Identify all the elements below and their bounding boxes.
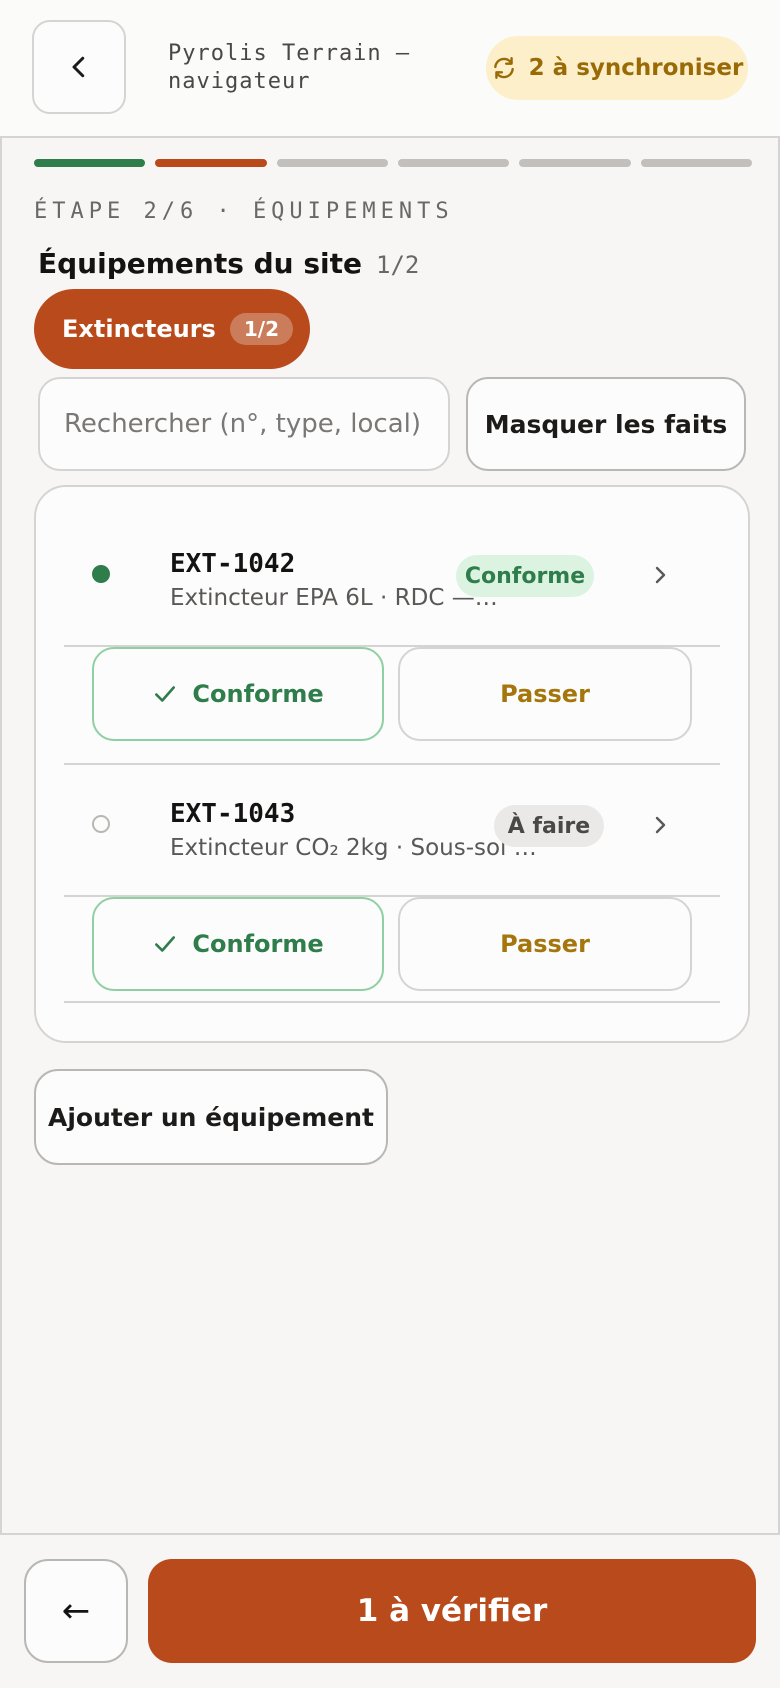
status-dot (92, 565, 110, 583)
check-icon (155, 686, 176, 702)
step-label: ÉTAPE 2/6 · ÉQUIPEMENTS (34, 199, 454, 224)
status-dot (92, 815, 110, 833)
chevron-right-icon (655, 566, 666, 584)
main-content: ÉTAPE 2/6 · ÉQUIPEMENTS Équipements du s… (0, 137, 780, 1535)
sync-label: 2 à synchroniser (528, 55, 744, 81)
progress-segment (398, 159, 510, 167)
bottom-bar: ← 1 à vérifier (0, 1535, 780, 1688)
add-equipment-button[interactable]: Ajouter un équipement (34, 1069, 388, 1165)
conform-button[interactable]: Conforme (92, 897, 384, 991)
equipment-row[interactable]: EXT-1042 Extincteur EPA 6L · RDC — Hall … (64, 487, 720, 647)
progress-segment (519, 159, 631, 167)
back-button[interactable] (32, 20, 126, 114)
equipment-description: Extincteur CO₂ 2kg · Sous-sol — Local te… (170, 835, 538, 861)
category-chip-badge: 1/2 (229, 313, 293, 345)
verify-button[interactable]: 1 à vérifier (148, 1559, 756, 1663)
section-title-text: Équipements du site (38, 247, 362, 280)
conform-button[interactable]: Conforme (92, 647, 384, 741)
progress-segment (155, 159, 267, 167)
divider (64, 1001, 720, 1003)
chevron-left-icon (72, 56, 85, 78)
search-input[interactable] (38, 377, 450, 471)
progress-segment (276, 159, 388, 167)
skip-button[interactable]: Passer (398, 647, 692, 741)
previous-step-button[interactable]: ← (24, 1559, 128, 1663)
conform-button-label: Conforme (192, 680, 324, 708)
step-progress (34, 159, 752, 167)
status-badge: À faire (494, 805, 604, 847)
section-title: Équipements du site 1/2 (38, 247, 419, 280)
skip-button[interactable]: Passer (398, 897, 692, 991)
hide-done-button[interactable]: Masquer les faits (466, 377, 746, 471)
category-chip-label: Extincteurs (62, 315, 216, 343)
sync-status-button[interactable]: 2 à synchroniser (486, 36, 748, 100)
progress-segment (34, 159, 146, 167)
section-count: 1/2 (376, 251, 420, 279)
top-bar: Pyrolis Terrain — navigateur 2 à synchro… (0, 0, 780, 138)
chevron-right-icon (655, 816, 666, 834)
status-badge: Conforme (456, 555, 594, 597)
check-icon (155, 936, 176, 952)
sync-icon (493, 57, 514, 79)
equipment-id: EXT-1042 (170, 549, 296, 579)
equipment-description: Extincteur EPA 6L · RDC — Hall d'entrée (170, 585, 500, 611)
progress-segment (640, 159, 752, 167)
conform-button-label: Conforme (192, 930, 324, 958)
equipment-row[interactable]: EXT-1043 Extincteur CO₂ 2kg · Sous-sol —… (64, 737, 720, 897)
equipment-list: EXT-1042 Extincteur EPA 6L · RDC — Hall … (34, 485, 750, 1043)
app-title: Pyrolis Terrain — navigateur (168, 41, 411, 94)
equipment-id: EXT-1043 (170, 799, 296, 829)
category-chip-extincteurs[interactable]: Extincteurs 1/2 (34, 289, 310, 369)
